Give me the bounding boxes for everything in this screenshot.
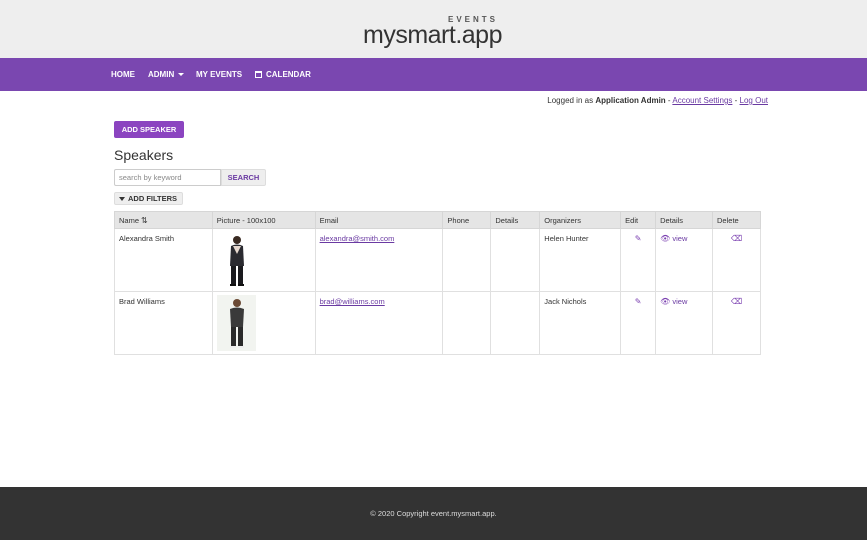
col-view: Details <box>655 211 714 229</box>
speaker-email-cell: brad@williams.com <box>314 291 444 355</box>
col-delete: Delete <box>712 211 761 229</box>
delete-cell: ⌫ <box>712 228 761 292</box>
speakers-table: Name ⇅ Picture - 100x100 Email Phone Deta… <box>114 211 761 355</box>
add-filters-button[interactable]: ADD FILTERS <box>114 192 183 205</box>
col-details: Details <box>490 211 541 229</box>
funnel-icon <box>119 197 125 201</box>
eye-icon[interactable]: 👁 <box>660 297 670 306</box>
eraser-icon[interactable]: ⌫ <box>731 297 742 306</box>
speaker-photo <box>216 295 256 351</box>
view-link[interactable]: view <box>672 297 687 306</box>
speaker-picture-cell <box>211 291 316 355</box>
footer-copyright: © 2020 Copyright event.mysmart.app. <box>370 509 497 518</box>
search-button[interactable]: SEARCH <box>221 169 266 186</box>
speaker-picture-cell <box>211 228 316 292</box>
speaker-details <box>490 228 541 292</box>
page-title: Speakers <box>114 147 174 163</box>
edit-cell: ✎ <box>620 228 657 292</box>
add-filters-label: ADD FILTERS <box>128 194 178 203</box>
logged-in-prefix: Logged in as <box>547 96 594 105</box>
nav-my-events-label: MY EVENTS <box>196 70 243 79</box>
nav-calendar-label: CALENDAR <box>266 70 311 79</box>
person-photo-icon <box>229 236 244 286</box>
nav-admin-dropdown[interactable]: ADMIN <box>148 58 185 91</box>
logo-wordmark: mysmart.app <box>363 21 502 49</box>
table-header-row: Name ⇅ Picture - 100x100 Email Phone Deta… <box>114 211 761 229</box>
nav-calendar[interactable]: CALENDAR <box>255 58 311 91</box>
speaker-name: Alexandra Smith <box>114 228 213 292</box>
logged-in-user: Application Admin <box>595 96 666 105</box>
pencil-icon[interactable]: ✎ <box>635 234 642 243</box>
view-cell: 👁 view <box>655 228 714 292</box>
col-edit: Edit <box>620 211 657 229</box>
speaker-organizer: Jack Nichols <box>539 291 622 355</box>
caret-down-icon <box>178 73 185 77</box>
nav-my-events[interactable]: MY EVENTS <box>196 58 242 91</box>
speaker-phone <box>442 228 492 292</box>
view-link[interactable]: view <box>672 234 687 243</box>
pencil-icon[interactable]: ✎ <box>635 297 642 306</box>
col-organizers: Organizers <box>539 211 622 229</box>
speaker-photo <box>216 232 256 288</box>
speaker-name: Brad Williams <box>114 291 213 355</box>
col-picture: Picture - 100x100 <box>211 211 316 229</box>
speaker-details <box>490 291 541 355</box>
account-settings-link[interactable]: Account Settings <box>672 96 732 105</box>
nav-home[interactable]: HOME <box>111 58 135 91</box>
col-name-label: Name <box>119 215 140 225</box>
eye-icon[interactable]: 👁 <box>660 234 670 243</box>
col-email: Email <box>314 211 444 229</box>
main-navbar: HOME ADMIN MY EVENTS CALENDAR <box>0 58 867 91</box>
speaker-email-link[interactable]: alexandra@smith.com <box>320 234 395 243</box>
speaker-email-link[interactable]: brad@williams.com <box>320 297 385 306</box>
person-photo-icon <box>229 299 244 348</box>
brand-logo[interactable]: EVENTS mysmart.app <box>363 13 511 49</box>
calendar-icon <box>255 71 262 78</box>
eraser-icon[interactable]: ⌫ <box>731 234 742 243</box>
col-name[interactable]: Name ⇅ <box>114 211 213 229</box>
delete-cell: ⌫ <box>712 291 761 355</box>
sort-alpha-icon: ⇅ <box>141 215 148 225</box>
search-input[interactable] <box>114 169 221 186</box>
add-speaker-button[interactable]: ADD SPEAKER <box>114 121 184 138</box>
view-cell: 👁 view <box>655 291 714 355</box>
speaker-phone <box>442 291 492 355</box>
table-row: Brad Williams brad@williams.com Jack Nic… <box>114 291 761 355</box>
logout-link[interactable]: Log Out <box>740 96 768 105</box>
nav-home-label: HOME <box>111 70 135 79</box>
top-header: EVENTS mysmart.app <box>0 0 867 58</box>
table-row: Alexandra Smith alexandra@smith.com Hele… <box>114 228 761 292</box>
speaker-organizer: Helen Hunter <box>539 228 622 292</box>
col-phone: Phone <box>442 211 492 229</box>
footer: © 2020 Copyright event.mysmart.app. <box>0 487 867 540</box>
separator: - <box>732 96 740 105</box>
session-bar: Logged in as Application Admin - Account… <box>547 96 768 105</box>
edit-cell: ✎ <box>620 291 657 355</box>
speaker-email-cell: alexandra@smith.com <box>314 228 444 292</box>
nav-admin-label: ADMIN <box>148 70 175 79</box>
